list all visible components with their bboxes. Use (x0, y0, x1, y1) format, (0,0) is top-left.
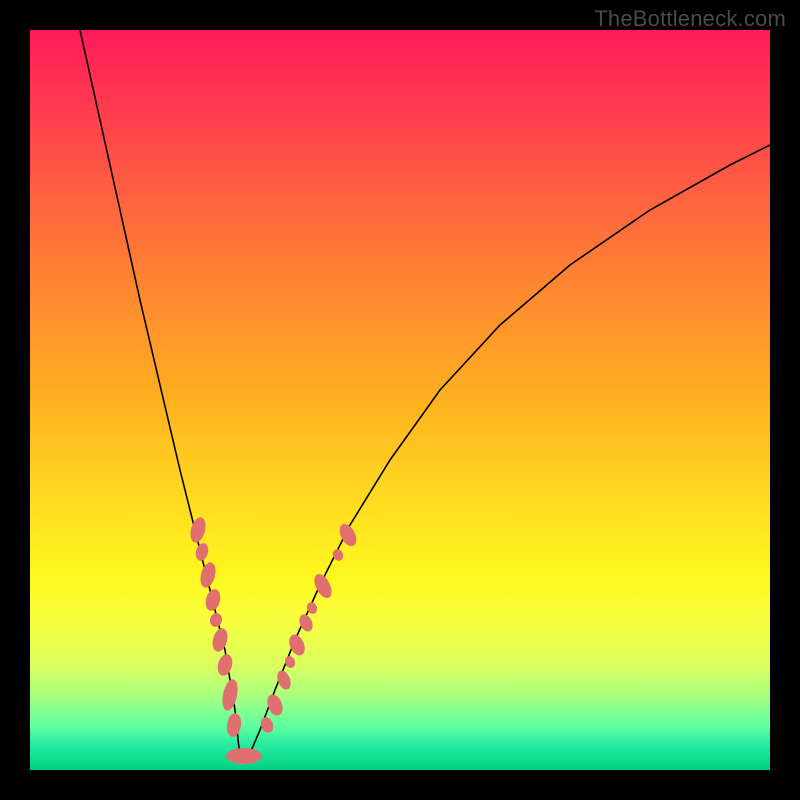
bead-marker (225, 712, 242, 738)
bead-marker (283, 655, 297, 670)
bead-marker (215, 653, 234, 678)
bead-marker (226, 748, 262, 764)
bead-marker (275, 668, 294, 691)
bead-marker (188, 516, 208, 545)
bead-marker (259, 715, 276, 734)
bead-marker (220, 678, 240, 712)
bead-marker (198, 561, 218, 590)
bead-marker (194, 542, 210, 562)
bottleneck-curve (80, 30, 770, 758)
bead-marker (203, 588, 222, 613)
bead-marker (264, 692, 285, 718)
plot-area (30, 30, 770, 770)
chart-frame: TheBottleneck.com (0, 0, 800, 800)
bead-marker (208, 612, 223, 629)
bead-group (188, 516, 360, 764)
bead-marker (210, 627, 230, 654)
watermark-text: TheBottleneck.com (594, 6, 786, 32)
curve-layer (30, 30, 770, 770)
